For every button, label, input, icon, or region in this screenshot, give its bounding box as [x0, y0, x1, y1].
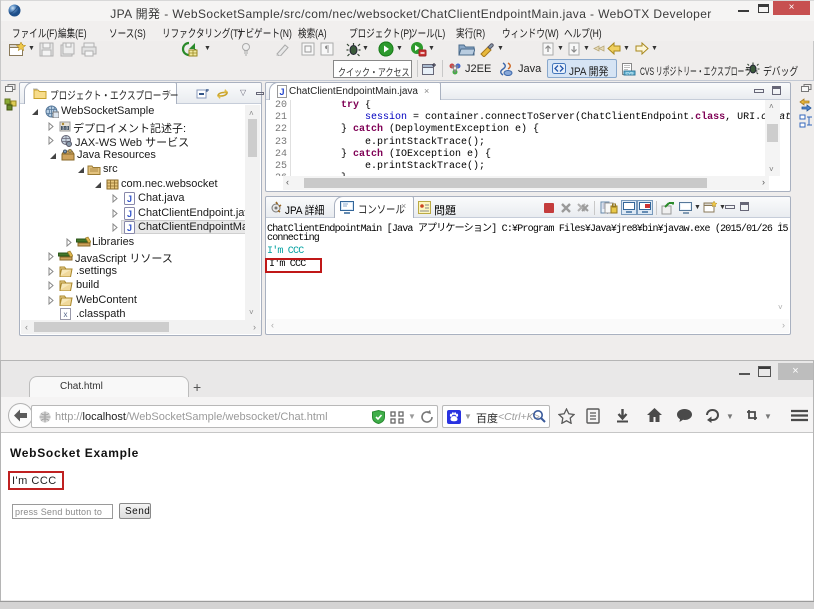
svg-text:J: J	[279, 87, 284, 97]
svg-text:J: J	[127, 194, 132, 204]
svg-text:3.0: 3.0	[62, 125, 69, 130]
svg-text:x: x	[64, 310, 68, 319]
svg-text:J: J	[127, 209, 132, 219]
svg-text:J: J	[127, 223, 132, 233]
svg-text:CVS: CVS	[626, 72, 634, 76]
